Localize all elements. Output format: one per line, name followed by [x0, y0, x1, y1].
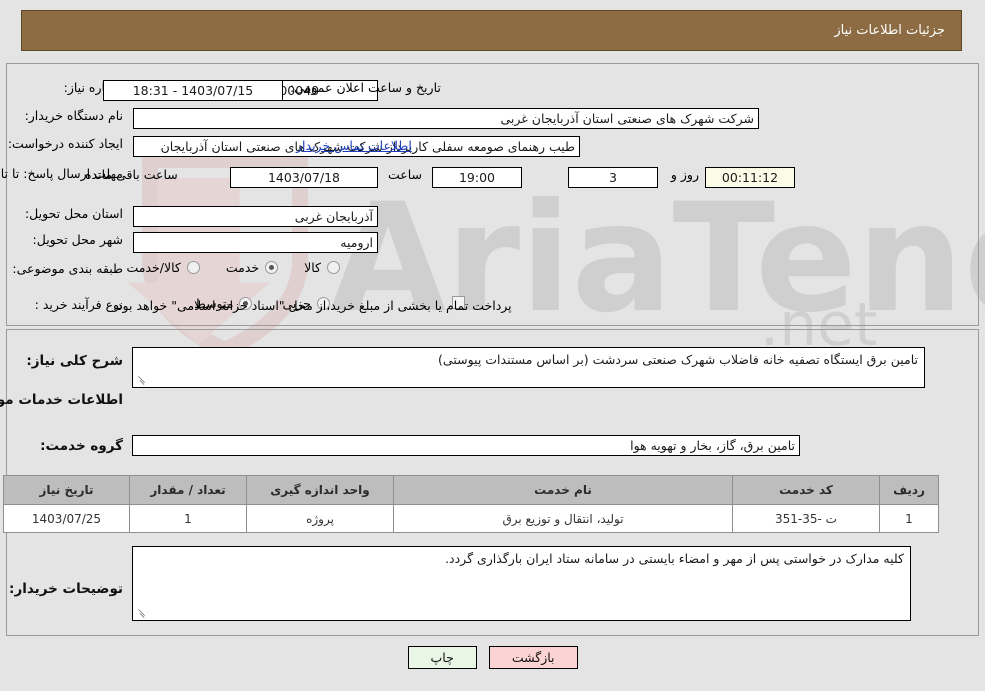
deadline-date-value[interactable]: 1403/07/18	[230, 167, 378, 188]
deadline-hour-label-wrap: ساعت	[388, 167, 422, 182]
resize-handle-icon[interactable]	[135, 607, 147, 619]
treasury-checkbox-label: پرداخت تمام یا بخشی از مبلغ خرید،از محل …	[113, 298, 512, 313]
action-buttons: بازگشت چاپ	[0, 646, 985, 669]
requester-field: ایجاد کننده درخواست:	[8, 136, 123, 151]
announce-date-value-wrap: 1403/07/15 - 18:31	[103, 80, 283, 101]
deadline-hour-value[interactable]: 19:00	[432, 167, 522, 188]
buyer-org-value[interactable]: شرکت شهرک های صنعتی استان آذربایجان غربی	[133, 108, 759, 129]
category-option-label: کالا	[304, 260, 321, 275]
service-group-value[interactable]: تامین برق، گاز، بخار و تهویه هوا	[132, 435, 800, 456]
buyer-notes-textarea[interactable]: کلیه مدارک در خواستی پس از مهر و امضاء ب…	[132, 546, 911, 621]
province-label: استان محل تحویل:	[24, 206, 123, 221]
category-option-label: خدمت	[225, 260, 260, 275]
buyer-notes-value: کلیه مدارک در خواستی پس از مهر و امضاء ب…	[445, 551, 904, 566]
cell-service-code: ت -35-351	[732, 504, 880, 533]
city-field: شهر محل تحویل:	[33, 232, 123, 247]
contact-link-wrap: اطلاعات تماس خریدار	[296, 138, 412, 153]
radio-icon[interactable]	[265, 261, 279, 274]
category-label: طبقه بندی موضوعی:	[12, 261, 123, 276]
deadline-hour-value-wrap: 19:00	[432, 167, 522, 188]
buyer-contact-link[interactable]: اطلاعات تماس خریدار	[296, 138, 412, 153]
countdown-wrap: 00:11:12	[705, 167, 795, 188]
col-unit: واحد اندازه گیری	[246, 475, 394, 505]
announce-date-label-wrap: تاریخ و ساعت اعلان عمومی:	[290, 80, 441, 95]
print-button[interactable]: چاپ	[407, 646, 477, 669]
table-row[interactable]: 1 ت -35-351 تولید، انتقال و توزیع برق پر…	[3, 504, 939, 533]
requester-label: ایجاد کننده درخواست:	[7, 136, 123, 151]
table-header-row: ردیف کد خدمت نام خدمت واحد اندازه گیری ت…	[3, 475, 939, 505]
cell-service-name: تولید، انتقال و توزیع برق	[393, 504, 733, 533]
col-row-no: ردیف	[879, 475, 939, 505]
radio-icon[interactable]	[186, 261, 200, 274]
category-option-khedmat[interactable]: خدمت	[225, 260, 279, 275]
description-value: تامین برق ایستگاه تصفیه خانه فاضلاب شهرک…	[438, 352, 918, 367]
resize-handle-icon[interactable]	[135, 374, 147, 386]
services-table-wrap: ردیف کد خدمت نام خدمت واحد اندازه گیری ت…	[3, 475, 939, 533]
col-service-name: نام خدمت	[393, 475, 733, 505]
remaining-days-label: روز و	[670, 167, 699, 182]
deadline-date-wrap: 1403/07/18	[230, 167, 378, 188]
city-label: شهر محل تحویل:	[32, 232, 123, 247]
cell-need-date: 1403/07/25	[3, 504, 130, 533]
announce-date-value[interactable]: 1403/07/15 - 18:31	[103, 80, 283, 101]
treasury-checkbox-label-wrap: پرداخت تمام یا بخشی از مبلغ خرید،از محل …	[113, 298, 512, 313]
description-textarea[interactable]: تامین برق ایستگاه تصفیه خانه فاضلاب شهرک…	[132, 347, 925, 388]
countdown-label: ساعت باقی مانده	[85, 167, 178, 182]
buyer-notes-label: توضیحات خریدار:	[9, 581, 123, 597]
category-option-label: کالا/خدمت	[126, 260, 181, 275]
page-title: جزئیات اطلاعات نیاز	[834, 23, 945, 38]
province-value[interactable]: آذربایجان غربی	[133, 206, 378, 227]
service-group-label: گروه خدمت:	[40, 438, 123, 454]
back-button[interactable]: بازگشت	[488, 646, 578, 669]
remaining-days-label-wrap: روز و	[671, 167, 699, 182]
deadline-hour-label: ساعت	[387, 167, 422, 182]
process-label: نوع فرآیند خرید :	[34, 297, 123, 312]
col-service-code: کد خدمت	[732, 475, 880, 505]
process-field: نوع فرآیند خرید :	[35, 297, 123, 312]
header-bar: جزئیات اطلاعات نیاز	[21, 10, 962, 51]
remaining-days-wrap: 3	[568, 167, 658, 188]
buyer-org-label: نام دستگاه خریدار:	[24, 108, 123, 123]
radio-icon[interactable]	[327, 261, 340, 274]
service-group-value-wrap: تامین برق، گاز، بخار و تهویه هوا	[132, 435, 800, 456]
cell-quantity: 1	[129, 504, 247, 533]
services-table: ردیف کد خدمت نام خدمت واحد اندازه گیری ت…	[3, 475, 939, 533]
col-quantity: تعداد / مقدار	[129, 475, 247, 505]
city-value[interactable]: ارومیه	[133, 232, 378, 253]
services-section-heading: اطلاعات خدمات مورد نیاز	[0, 392, 123, 408]
announce-date-label: تاریخ و ساعت اعلان عمومی:	[290, 80, 441, 95]
category-option-kala[interactable]: کالا	[304, 260, 340, 275]
city-value-wrap: ارومیه	[133, 232, 378, 253]
category-field: طبقه بندی موضوعی:	[12, 261, 123, 276]
col-need-date: تاریخ نیاز	[3, 475, 130, 505]
countdown-timer-value[interactable]: 00:11:12	[705, 167, 795, 188]
category-options: کالا خدمت کالا/خدمت	[126, 260, 340, 275]
description-label: شرح کلی نیاز:	[26, 353, 123, 369]
cell-row-no: 1	[879, 504, 939, 533]
cell-unit: پروژه	[246, 504, 394, 533]
countdown-label-wrap: ساعت باقی مانده	[85, 167, 178, 182]
province-value-wrap: آذربایجان غربی	[133, 206, 378, 227]
buyer-org-value-wrap: شرکت شهرک های صنعتی استان آذربایجان غربی	[133, 108, 759, 129]
buyer-org-field: نام دستگاه خریدار:	[25, 108, 123, 123]
page-root: AriaTender .net جزئیات اطلاعات نیاز شمار…	[0, 0, 985, 691]
need-info-panel	[6, 63, 979, 326]
remaining-days-value[interactable]: 3	[568, 167, 658, 188]
province-field: استان محل تحویل:	[25, 206, 123, 221]
category-option-kala-khedmat[interactable]: کالا/خدمت	[126, 260, 200, 275]
